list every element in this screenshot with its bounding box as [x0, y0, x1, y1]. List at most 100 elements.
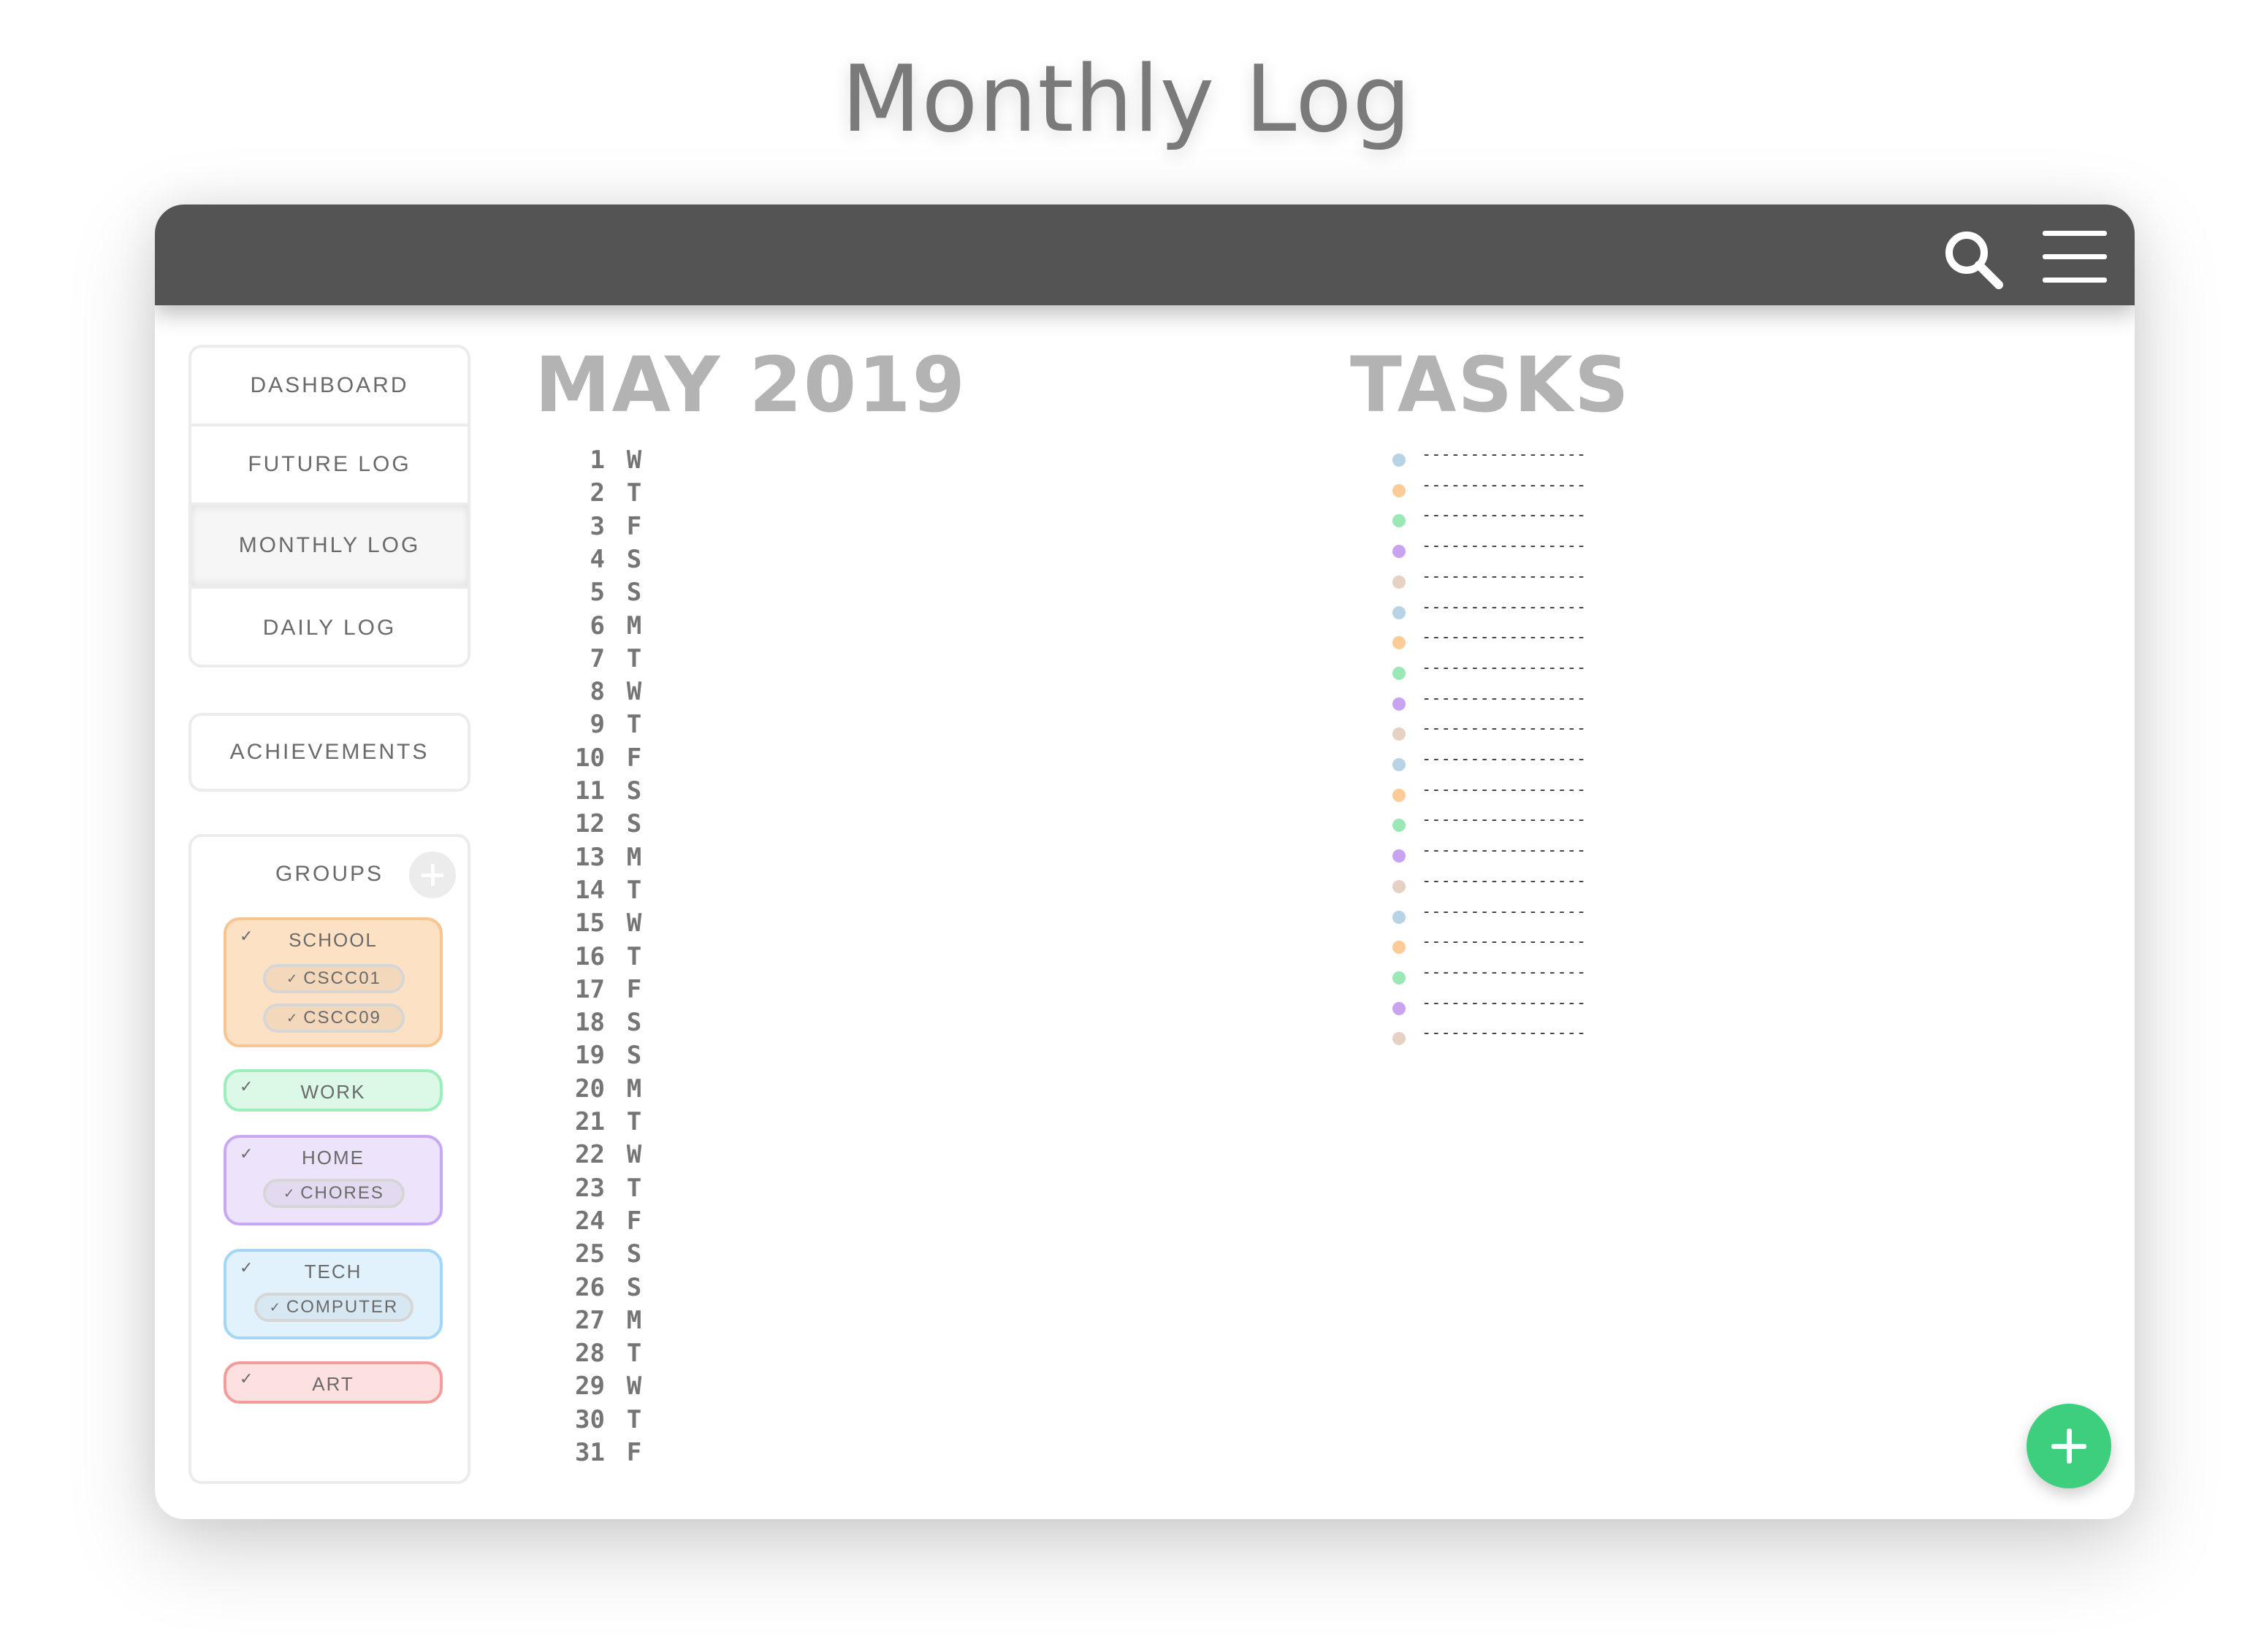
check-icon: ✓ [283, 1185, 297, 1201]
day-row[interactable]: 17 F [549, 975, 695, 1008]
task-text: ----------------- [1422, 780, 1587, 799]
task-text: ----------------- [1422, 567, 1587, 586]
day-row[interactable]: 28 T [549, 1339, 695, 1372]
day-row[interactable]: 14 T [549, 876, 695, 909]
task-color-dot [1392, 514, 1406, 528]
day-number: 19 [575, 1041, 605, 1071]
day-weekday: S [626, 1041, 642, 1071]
day-weekday: S [626, 1272, 642, 1302]
add-group-button[interactable] [409, 852, 456, 898]
subgroup-chip[interactable]: ✓ CSCC01 [263, 964, 405, 993]
task-text: ----------------- [1422, 933, 1587, 952]
group-label: TECH [304, 1261, 362, 1282]
day-number: 1 [590, 445, 605, 475]
day-number: 3 [590, 511, 605, 541]
day-row[interactable]: 11 S [549, 776, 695, 809]
day-row[interactable]: 30 T [549, 1405, 695, 1438]
group-school[interactable]: ✓ SCHOOL ✓ CSCC01 ✓ CSCC09 [224, 917, 443, 1047]
day-number: 7 [590, 643, 605, 673]
day-weekday: M [626, 1305, 642, 1335]
day-row[interactable]: 18 S [549, 1008, 695, 1041]
day-weekday: T [626, 643, 642, 673]
day-row[interactable]: 26 S [549, 1273, 695, 1306]
day-number: 8 [590, 677, 605, 707]
subgroup-chip[interactable]: ✓ CHORES [263, 1179, 405, 1208]
day-row[interactable]: 10 F [549, 743, 695, 776]
check-icon: ✓ [286, 971, 300, 986]
task-color-dot [1392, 819, 1406, 833]
day-row[interactable]: 5S [549, 578, 695, 611]
day-row[interactable]: 4S [549, 545, 695, 578]
subgroup-label: CHORES [300, 1183, 384, 1203]
day-row[interactable]: 3F [549, 512, 695, 545]
day-weekday: S [626, 1239, 642, 1269]
task-color-dot [1392, 454, 1406, 467]
nav-daily-log[interactable]: DAILY LOG [191, 589, 468, 665]
day-weekday: T [626, 710, 642, 740]
day-row[interactable]: 29 W [549, 1372, 695, 1404]
task-color-dot [1392, 1032, 1406, 1046]
day-weekday: T [626, 875, 642, 905]
day-row[interactable]: 16 T [549, 942, 695, 975]
task-item[interactable]: ----------------- [1392, 1024, 1612, 1058]
day-row[interactable]: 20 M [549, 1074, 695, 1107]
task-color-dot [1392, 788, 1406, 802]
day-number: 29 [575, 1372, 605, 1401]
day-number: 17 [575, 974, 605, 1004]
group-label: SCHOOL [289, 929, 378, 951]
day-weekday: S [626, 578, 642, 608]
day-weekday: T [626, 1173, 642, 1203]
day-weekday: W [626, 1140, 642, 1170]
day-number: 30 [575, 1404, 605, 1434]
day-row[interactable]: 8W [549, 677, 695, 710]
day-row[interactable]: 9T [549, 710, 695, 743]
add-button[interactable] [2027, 1404, 2111, 1488]
day-row[interactable]: 22 W [549, 1140, 695, 1173]
task-text: ----------------- [1422, 902, 1587, 921]
subgroup-chip[interactable]: ✓ CSCC09 [263, 1003, 405, 1033]
hamburger-menu-icon[interactable] [2043, 229, 2107, 283]
day-number: 6 [590, 611, 605, 640]
day-row[interactable]: 6M [549, 611, 695, 644]
search-icon[interactable] [1940, 226, 2006, 292]
day-number: 26 [575, 1272, 605, 1302]
day-weekday: M [626, 611, 642, 640]
day-number: 31 [575, 1438, 605, 1467]
day-row[interactable]: 25 S [549, 1239, 695, 1272]
subgroup-chip[interactable]: ✓ COMPUTER [254, 1293, 413, 1322]
day-row[interactable]: 13 M [549, 843, 695, 876]
app-window: DASHBOARD FUTURE LOG MONTHLY LOG DAILY L… [155, 204, 2135, 1519]
nav-future-log[interactable]: FUTURE LOG [191, 427, 468, 505]
day-number: 13 [575, 842, 605, 872]
day-row[interactable]: 2T [549, 478, 695, 511]
day-row[interactable]: 31 F [549, 1438, 695, 1471]
group-art[interactable]: ✓ ART [224, 1361, 443, 1404]
day-number: 14 [575, 875, 605, 905]
day-number: 2 [590, 478, 605, 508]
day-row[interactable]: 27 M [549, 1306, 695, 1339]
day-weekday: T [626, 478, 642, 508]
task-color-dot [1392, 758, 1406, 771]
task-text: ----------------- [1422, 1024, 1587, 1043]
achievements-button[interactable]: ACHIEVEMENTS [188, 713, 470, 792]
day-row[interactable]: 7T [549, 644, 695, 677]
group-work[interactable]: ✓ WORK [224, 1069, 443, 1112]
day-row[interactable]: 15 W [549, 909, 695, 941]
day-row[interactable]: 21 T [549, 1107, 695, 1140]
group-home[interactable]: ✓ HOME ✓ CHORES [224, 1135, 443, 1225]
nav-monthly-log[interactable]: MONTHLY LOG [191, 505, 468, 589]
day-row[interactable]: 12 S [549, 809, 695, 842]
subgroup-label: COMPUTER [286, 1297, 399, 1317]
check-icon: ✓ [269, 1299, 282, 1315]
day-number: 4 [590, 544, 605, 574]
group-label: ART [312, 1373, 354, 1395]
day-row[interactable]: 19 S [549, 1041, 695, 1074]
day-row[interactable]: 23 T [549, 1174, 695, 1207]
nav-dashboard[interactable]: DASHBOARD [191, 348, 468, 427]
task-text: ----------------- [1422, 689, 1587, 708]
task-color-dot [1392, 1001, 1406, 1015]
group-tech[interactable]: ✓ TECH ✓ COMPUTER [224, 1249, 443, 1339]
task-color-dot [1392, 971, 1406, 984]
day-row[interactable]: 1W [549, 445, 695, 478]
day-row[interactable]: 24 F [549, 1207, 695, 1239]
